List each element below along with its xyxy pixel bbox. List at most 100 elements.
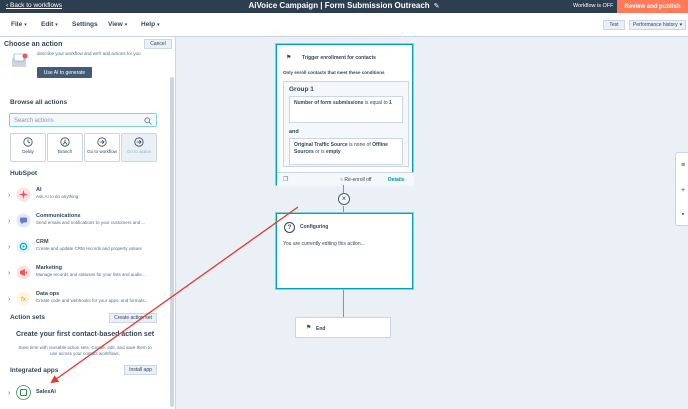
performance-history-button[interactable]: Performance history ▾ — [629, 20, 686, 30]
empty-action-set-desc: Save time with reusable action sets. Cre… — [18, 345, 152, 356]
category-crm[interactable]: › CRM Create and update CRM records and … — [0, 235, 170, 261]
search-placeholder: Search actions — [14, 118, 54, 124]
chevron-right-icon: › — [8, 296, 11, 303]
app-salesai[interactable]: › SalesAi — [0, 381, 170, 407]
panel-header: Choose an action Cancel — [0, 37, 175, 50]
cancel-button[interactable]: Cancel — [144, 39, 172, 49]
workflow-status: Workflow is OFF — [573, 3, 614, 9]
condition-group[interactable]: Group 1 Number of form submissions is eq… — [283, 81, 409, 167]
trigger-card[interactable]: ⚑ Trigger enrollment for contacts Only e… — [276, 44, 414, 186]
end-label: End — [316, 326, 326, 332]
megaphone-icon — [16, 265, 31, 280]
category-desc: Manage records and statuses for your lis… — [36, 272, 146, 277]
menu-view-label: View — [108, 21, 123, 28]
condition-1[interactable]: Number of form submissions is equal to 1 — [289, 96, 403, 123]
category-desc: Ask AI to do anything — [36, 194, 79, 199]
category-name: Data ops — [36, 291, 60, 297]
menu-file[interactable]: File ▾ — [11, 21, 27, 28]
ai-sparkle-icon — [16, 187, 31, 202]
flag-icon: ⚑ — [286, 55, 292, 61]
quick-action-label: Branch — [57, 149, 73, 154]
ai-description: describe your workflow and we'll add act… — [37, 51, 141, 56]
menu-edit[interactable]: Edit ▾ — [41, 21, 58, 28]
re-enroll-toggle[interactable]: ○ Re-enroll off — [340, 177, 372, 183]
category-name: Communications — [36, 213, 81, 219]
hubspot-section-title: HubSpot — [10, 170, 38, 177]
panel-scrollbar[interactable] — [170, 77, 174, 407]
empty-action-set-title: Create your first contact-based action s… — [15, 331, 155, 338]
zoom-in-icon[interactable]: + — [679, 187, 687, 195]
menu-settings[interactable]: Settings — [72, 21, 98, 28]
and-label: and — [289, 129, 299, 135]
performance-history-label: Performance history — [632, 22, 678, 28]
browse-actions-title: Browse all actions — [10, 99, 68, 106]
menu-file-label: File — [11, 21, 23, 28]
clock-icon — [23, 137, 33, 147]
menu-settings-label: Settings — [72, 21, 98, 28]
category-desc: Create code and webhooks for your apps, … — [36, 298, 149, 303]
review-and-publish-button[interactable]: Review and publish — [617, 0, 688, 13]
arrow-right-icon — [97, 137, 107, 147]
radio-icon: ○ — [340, 177, 344, 183]
arrow-right-icon — [134, 137, 144, 147]
quick-action-go-to-workflow[interactable]: Go to workflow — [84, 133, 120, 162]
menu-bar: File ▾ Edit ▾ Settings View ▾ Help ▾ Test Pe… — [0, 13, 688, 37]
panel-title: Choose an action — [4, 41, 63, 48]
category-name: CRM — [36, 239, 49, 245]
quick-action-go-to-action[interactable]: Go to action — [121, 133, 157, 162]
re-enroll-label: Re-enroll off — [344, 177, 372, 183]
category-marketing[interactable]: › Marketing Manage records and statuses … — [0, 261, 170, 287]
test-button[interactable]: Test — [603, 20, 625, 30]
category-communications[interactable]: › Communications Send emails and notific… — [0, 209, 170, 235]
condition-2[interactable]: Original Traffic Source is none of Offli… — [289, 138, 403, 165]
chevron-right-icon: › — [8, 218, 11, 225]
search-actions-input[interactable]: Search actions — [9, 113, 157, 127]
pencil-icon[interactable]: ✎ — [434, 3, 440, 10]
chevron-down-icon: ▾ — [24, 22, 27, 28]
chevron-right-icon: › — [8, 390, 11, 397]
quick-action-delay[interactable]: Delay — [10, 133, 46, 162]
quick-action-branch[interactable]: Branch — [47, 133, 83, 162]
configuring-desc: You are currently editing this action... — [283, 241, 365, 247]
salesai-logo-icon — [16, 385, 31, 400]
menu-help[interactable]: Help ▾ — [141, 21, 160, 28]
configuring-action-card[interactable]: ? Configuring You are currently editing … — [276, 213, 413, 289]
action-sets-title: Action sets — [10, 314, 46, 321]
chevron-down-icon: ▾ — [679, 22, 683, 28]
chevron-down-icon: ▾ — [124, 22, 128, 28]
category-data-ops[interactable]: › fx Data ops Create code and webhooks f… — [0, 287, 170, 313]
branch-icon — [60, 137, 70, 147]
group-title: Group 1 — [289, 86, 314, 93]
ai-illustration-icon — [12, 53, 28, 67]
category-desc: Create and update CRM records and proper… — [36, 246, 142, 251]
use-ai-to-generate-button[interactable]: Use AI to generate — [37, 67, 92, 78]
choose-action-panel: Choose an action Cancel describe your wo… — [0, 37, 176, 409]
canvas-tools: ≡ + ▪ — [675, 152, 688, 226]
condition-property: Original Traffic Source — [294, 142, 348, 148]
category-name: Marketing — [36, 265, 62, 271]
menu-view[interactable]: View ▾ — [108, 21, 127, 28]
question-icon: ? — [284, 222, 295, 233]
condition-operator: or is — [313, 149, 326, 155]
category-ai[interactable]: › AI Ask AI to do anything — [0, 183, 170, 209]
chevron-down-icon: ▾ — [157, 22, 160, 28]
create-action-set-button[interactable]: Create action set — [109, 313, 157, 323]
trigger-title: Trigger enrollment for contacts — [302, 55, 376, 61]
list-icon[interactable]: ≡ — [679, 162, 687, 170]
condition-value: 1 — [389, 100, 392, 106]
copy-icon[interactable]: ❐ — [283, 176, 288, 183]
menu-help-label: Help — [141, 21, 156, 28]
connector-line — [343, 206, 344, 213]
remove-connector-icon[interactable]: × — [338, 193, 350, 205]
details-link[interactable]: Details — [388, 177, 404, 183]
chevron-right-icon: › — [8, 270, 11, 277]
workflow-title-text: AiVoice Campaign | Form Submission Outre… — [248, 1, 430, 10]
connector-line — [343, 185, 344, 193]
install-app-button[interactable]: Install app — [124, 365, 157, 375]
comment-icon[interactable]: ▪ — [679, 211, 687, 219]
chevron-down-icon: ▾ — [55, 22, 58, 28]
flag-icon: ⚑ — [306, 325, 312, 331]
workflow-canvas[interactable]: ⚑ Trigger enrollment for contacts Only e… — [177, 37, 688, 409]
trigger-subtitle: Only enroll contacts that meet these con… — [283, 70, 385, 75]
svg-text:fx: fx — [21, 297, 26, 303]
